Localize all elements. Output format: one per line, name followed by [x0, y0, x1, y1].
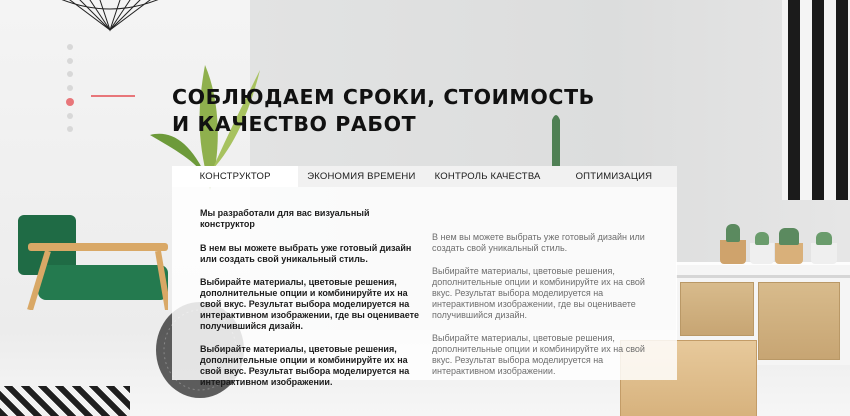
striped-curtain	[782, 0, 850, 200]
plant-pot	[775, 243, 803, 264]
slider-dots	[64, 44, 76, 140]
content-paragraph: Выбирайте материалы, цветовые решения, д…	[200, 344, 410, 387]
plant-pot	[750, 243, 774, 264]
page-title-line1: СОБЛЮДАЕМ СРОКИ, СТОИМОСТЬ	[172, 85, 595, 109]
green-armchair	[18, 215, 168, 310]
content-left-column: Мы разработали для вас визуальный констр…	[200, 208, 420, 400]
pendant-lamp	[61, 0, 159, 32]
slider-dot-active[interactable]	[66, 98, 74, 106]
content-paragraph: Выбирайте материалы, цветовые решения, д…	[432, 333, 645, 376]
tab-optimizatsiya[interactable]: ОПТИМИЗАЦИЯ	[551, 166, 677, 187]
small-cactus	[755, 232, 769, 245]
content-paragraph: В нем вы можете выбрать уже готовый диза…	[200, 243, 412, 264]
shelf-edge	[676, 275, 850, 278]
small-cactus	[779, 228, 799, 245]
page-title-line2: И КАЧЕСТВО РАБОТ	[172, 112, 417, 136]
slider-dot[interactable]	[67, 112, 73, 119]
active-slide-indicator	[91, 95, 135, 97]
wooden-crate	[758, 282, 840, 360]
tab-kontrol-kachestva[interactable]: КОНТРОЛЬ КАЧЕСТВА	[425, 166, 551, 187]
content-right-column: В нем вы можете выбрать уже готовый диза…	[432, 208, 652, 389]
wooden-crate	[680, 282, 754, 336]
content-paragraph: В нем вы можете выбрать уже готовый диза…	[432, 232, 645, 253]
tab-konstruktor[interactable]: КОНСТРУКТОР	[172, 166, 299, 187]
page-title: СОБЛЮДАЕМ СРОКИ, СТОИМОСТЬ И КАЧЕСТВО РА…	[172, 84, 612, 138]
slider-dot[interactable]	[67, 84, 73, 91]
content-intro: Мы разработали для вас визуальный констр…	[200, 208, 370, 229]
small-cactus	[726, 224, 740, 242]
plant-pot	[720, 240, 746, 264]
slider-dot[interactable]	[67, 57, 73, 64]
patterned-rug	[0, 386, 130, 416]
tab-ekonomiya-vremeni[interactable]: ЭКОНОМИЯ ВРЕМЕНИ	[298, 166, 424, 187]
plant-pot	[811, 243, 837, 264]
tabs-panel: КОНСТРУКТОР ЭКОНОМИЯ ВРЕМЕНИ КОНТРОЛЬ КА…	[172, 166, 677, 387]
slider-dot[interactable]	[67, 71, 73, 77]
content-paragraph: Выбирайте материалы, цветовые решения, д…	[200, 277, 420, 331]
tab-bar: КОНСТРУКТОР ЭКОНОМИЯ ВРЕМЕНИ КОНТРОЛЬ КА…	[172, 166, 677, 187]
content-paragraph: Выбирайте материалы, цветовые решения, д…	[432, 266, 645, 320]
slider-dot[interactable]	[67, 44, 73, 50]
small-cactus	[816, 232, 832, 245]
slider-dot[interactable]	[67, 126, 73, 132]
